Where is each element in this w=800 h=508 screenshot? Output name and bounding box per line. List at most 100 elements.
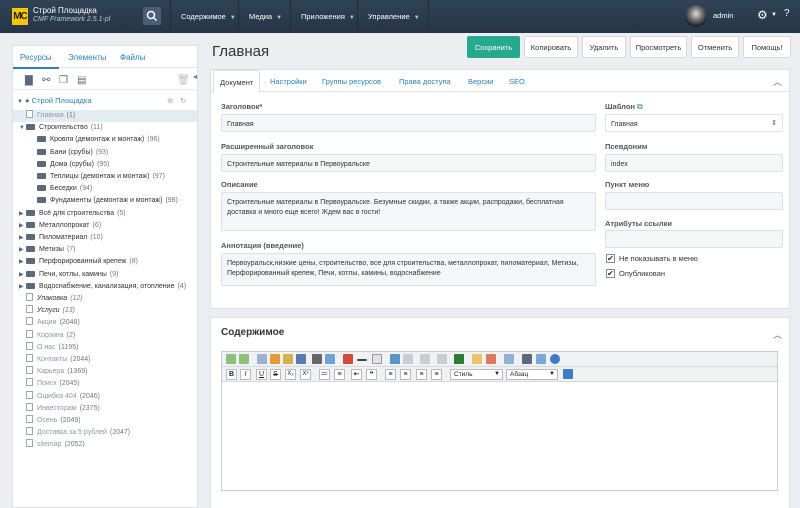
paste-icon[interactable]: [270, 354, 280, 364]
introtext-field[interactable]: Первоуральск,низкие цены, строительство,…: [221, 253, 596, 286]
template-select[interactable]: Главная ⇕: [605, 114, 783, 132]
tree-item[interactable]: Карьера (1369): [13, 366, 197, 378]
italic-icon[interactable]: I: [240, 369, 251, 380]
search-button[interactable]: [143, 7, 161, 25]
anchor-icon[interactable]: [403, 354, 413, 364]
paste-word-icon[interactable]: [296, 354, 306, 364]
outdent-icon[interactable]: ⇤: [351, 369, 362, 380]
hidemenu-checkbox[interactable]: ✔: [606, 254, 615, 263]
style-select[interactable]: Стиль ▼: [450, 369, 503, 380]
avatar[interactable]: [685, 5, 707, 27]
subscript-icon[interactable]: X₂: [285, 369, 296, 380]
context-root[interactable]: ▼ ● Строй Площадка ⊕ ↻: [17, 96, 197, 105]
cancel-button[interactable]: Отменить: [691, 36, 739, 58]
add-icon[interactable]: ⊕: [167, 96, 173, 105]
tree-item[interactable]: ▶ Печи, котлы, камины (9): [13, 269, 197, 281]
chevron-right-icon[interactable]: ▶: [19, 281, 26, 293]
tree-item[interactable]: Инвесторам (2375): [13, 402, 197, 415]
horizontal-rule-icon[interactable]: [357, 359, 367, 361]
find-replace-icon[interactable]: [325, 354, 335, 364]
bg-color-icon[interactable]: [486, 354, 496, 364]
tree-item[interactable]: Корзина (2): [13, 329, 197, 342]
link-attrs-field[interactable]: [605, 230, 783, 248]
bold-icon[interactable]: B: [226, 369, 237, 380]
tab-settings[interactable]: Настройки: [270, 70, 307, 92]
paste-text-icon[interactable]: [283, 354, 293, 364]
tree-item[interactable]: ▶ Метизы (7): [13, 244, 197, 256]
nav-manage[interactable]: Управление ▼: [357, 0, 429, 33]
delete-button[interactable]: Удалить: [582, 36, 626, 58]
gear-icon[interactable]: ⚙: [757, 8, 768, 22]
undo-icon[interactable]: [226, 354, 236, 364]
rich-text-editor[interactable]: B I U S X₂ X² ≔ ≡ ⇤ ❝ ≡ ≡ ≡ ≡ Стиль ▼ Абз…: [221, 351, 778, 491]
menutitle-field[interactable]: [605, 192, 783, 210]
print-icon[interactable]: [312, 354, 322, 364]
tree-item[interactable]: Поиск (2045): [13, 378, 197, 390]
chevron-right-icon[interactable]: ▶: [19, 269, 26, 281]
table-icon[interactable]: [504, 354, 514, 364]
tab-resources[interactable]: Ресурсы: [13, 46, 59, 69]
site-name[interactable]: Строй Площадка: [33, 6, 97, 15]
external-link-icon[interactable]: ⧉: [637, 102, 643, 111]
tab-resource-groups[interactable]: Группы ресурсов: [322, 70, 381, 92]
align-left-icon[interactable]: ≡: [385, 369, 396, 380]
longtitle-field[interactable]: Строительные материалы в Первоуральске: [221, 154, 596, 172]
alias-field[interactable]: index: [605, 154, 783, 172]
tree-item[interactable]: sitemap (2052): [13, 439, 197, 451]
chevron-right-icon[interactable]: ▶: [19, 244, 26, 256]
username[interactable]: admin: [713, 11, 733, 20]
align-justify-icon[interactable]: ≡: [431, 369, 442, 380]
tree-item[interactable]: Услуги (13): [13, 305, 197, 317]
tree-item[interactable]: ▶ Перфорированный крепеж (8): [13, 256, 197, 268]
info-icon[interactable]: [550, 354, 560, 364]
published-checkbox[interactable]: ✔: [606, 269, 615, 278]
maximize-icon[interactable]: [536, 354, 546, 364]
tab-files[interactable]: Файлы: [113, 46, 152, 68]
tree-item[interactable]: Дома (срубы) (95): [13, 159, 197, 171]
description-field[interactable]: Строительные материалы в Первоуральске. …: [221, 192, 596, 231]
nav-content[interactable]: Содержимое ▼: [170, 0, 238, 33]
image-icon[interactable]: [390, 354, 400, 364]
tree-item[interactable]: О нас (1195): [13, 341, 197, 354]
tree-item[interactable]: Беседки (94): [13, 183, 197, 195]
align-right-icon[interactable]: ≡: [416, 369, 427, 380]
preview-button[interactable]: Просмотреть: [630, 36, 687, 58]
unlink-icon[interactable]: [437, 354, 447, 364]
tree-item[interactable]: ▶ Водоснабжение, канализация, отопление (4…: [13, 281, 197, 293]
tree-item[interactable]: Осень (2049): [13, 415, 197, 427]
help-button[interactable]: Помощь!: [743, 36, 791, 58]
tab-elements[interactable]: Элементы: [61, 46, 113, 68]
refresh-icon[interactable]: ↻: [180, 96, 186, 105]
text-color-icon[interactable]: [472, 354, 482, 364]
underline-icon[interactable]: U: [256, 369, 267, 380]
tree-item[interactable]: Теплицы (демонтаж и монтаж) (97): [13, 171, 197, 183]
file-icon[interactable]: ▤: [77, 75, 86, 86]
trash-icon[interactable]: 🗑: [177, 75, 190, 86]
tab-access[interactable]: Права доступа: [399, 70, 451, 92]
preview-icon[interactable]: [522, 354, 532, 364]
collapse-panel-icon[interactable]: ︿: [773, 75, 782, 88]
tree-item[interactable]: Акции (2048): [13, 317, 197, 329]
chevron-right-icon[interactable]: ▶: [19, 232, 26, 244]
align-center-icon[interactable]: ≡: [400, 369, 411, 380]
tree-item[interactable]: Упаковка (12): [13, 293, 197, 305]
nav-media[interactable]: Медиа ▼: [238, 0, 290, 33]
collapse-sidebar-icon[interactable]: ◂: [193, 72, 203, 88]
clean-format-icon[interactable]: [563, 369, 573, 379]
tree-item[interactable]: ▶ Металлопрокат (6): [13, 220, 197, 232]
tree-item[interactable]: Фундаменты (демонтаж и монтаж) (98): [13, 195, 197, 207]
copy-button[interactable]: Копировать: [524, 36, 578, 58]
tab-document[interactable]: Документ: [213, 70, 261, 93]
tree-item[interactable]: Ошибка 404 (2046): [13, 390, 197, 403]
tree-item[interactable]: Доставка за 5 рублей (2047): [13, 427, 197, 439]
new-document-icon[interactable]: ▇: [25, 75, 33, 86]
nav-apps[interactable]: Приложения ▼: [290, 0, 357, 33]
logo[interactable]: MC: [12, 8, 28, 25]
tree-item[interactable]: ▼ Строительство (11): [13, 122, 197, 134]
chevron-down-icon[interactable]: ▼: [19, 122, 26, 134]
pagetitle-field[interactable]: Главная: [221, 114, 596, 132]
tree-item[interactable]: Главная (1): [13, 110, 197, 122]
tree-item[interactable]: Бани (срубы) (93): [13, 147, 197, 159]
tree-item[interactable]: ▶ Всё для строительства (5): [13, 208, 197, 220]
blockquote-icon[interactable]: ❝: [366, 369, 377, 380]
